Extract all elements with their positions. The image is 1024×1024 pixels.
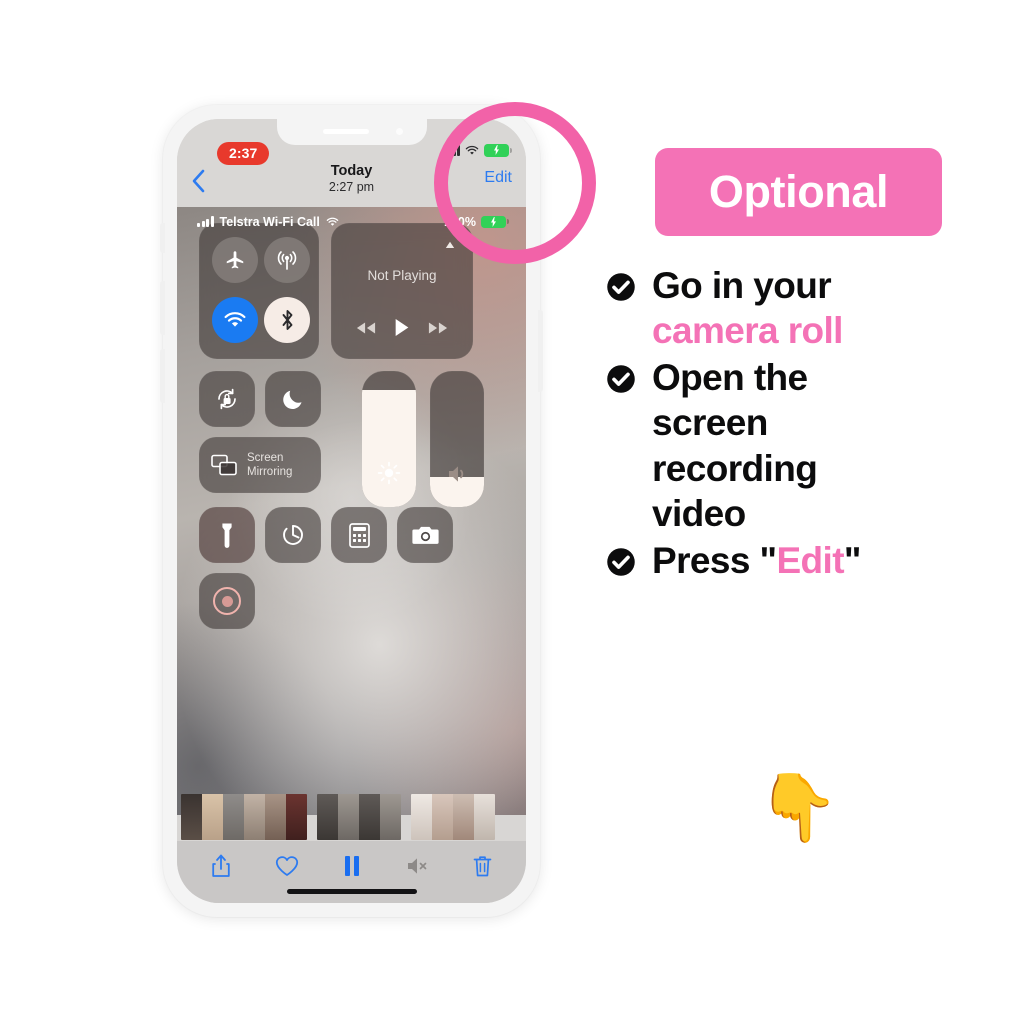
step-3-prefix: Press " (652, 539, 777, 581)
cellular-antenna-icon (277, 251, 297, 270)
fast-forward-icon[interactable] (428, 321, 448, 335)
step-2-text: Open the screen recording video (652, 355, 818, 536)
earpiece-speaker (322, 129, 369, 134)
filmstrip-clip[interactable] (317, 794, 401, 840)
media-controls (331, 318, 473, 337)
media-playback-module[interactable]: Not Playing (331, 223, 473, 359)
control-center-status-row: Telstra Wi-Fi Call 100% (177, 207, 526, 237)
recording-time-pill[interactable]: 2:37 (217, 142, 270, 166)
play-icon[interactable] (394, 318, 410, 337)
battery-percent-label: 100% (444, 215, 476, 229)
screen-recording-icon (213, 587, 241, 615)
screen-recording-button[interactable] (199, 573, 255, 629)
volume-up-button[interactable] (160, 281, 165, 335)
control-center: Telstra Wi-Fi Call 100% Not Playing Scre… (177, 207, 526, 815)
screen-mirroring-icon (211, 454, 237, 476)
status-bar-right (443, 144, 513, 157)
airplane-mode-toggle[interactable] (212, 237, 258, 283)
volume-slider[interactable] (430, 371, 484, 507)
step-2-line-4: video (652, 492, 746, 534)
battery-charging-icon (481, 215, 510, 229)
step-3-suffix: " (843, 539, 862, 581)
list-item: Go in your camera roll (606, 263, 1006, 353)
trash-icon[interactable] (473, 855, 492, 878)
power-button[interactable] (538, 310, 543, 392)
flashlight-button[interactable] (199, 507, 255, 563)
pointing-down-emoji: 👇 (757, 769, 840, 846)
notch (276, 119, 427, 145)
wifi-icon (224, 312, 246, 327)
cellular-bars-icon (197, 216, 214, 227)
calculator-button[interactable] (331, 507, 387, 563)
check-circle-icon (607, 273, 635, 301)
page-subtitle: 2:27 pm (328, 180, 375, 194)
volume-down-button[interactable] (160, 349, 165, 403)
bluetooth-icon (282, 310, 292, 330)
step-3-accent: Edit (776, 539, 844, 581)
now-playing-label: Not Playing (367, 268, 437, 283)
front-camera (395, 128, 403, 135)
iphone-mockup: 2:37 Today 2:27 pm Edit Telstra Wi-Fi Ca… (160, 105, 543, 917)
volume-icon-wrap (430, 463, 484, 485)
step-2-line-3: recording (652, 447, 818, 489)
do-not-disturb-toggle[interactable] (265, 371, 321, 427)
camera-icon (411, 526, 439, 544)
battery-charging-icon (484, 144, 513, 157)
pause-icon[interactable] (343, 855, 361, 877)
rewind-icon[interactable] (356, 321, 376, 335)
airplane-icon (226, 251, 244, 269)
phone-screen: 2:37 Today 2:27 pm Edit Telstra Wi-Fi Ca… (177, 119, 526, 903)
check-circle-icon (607, 548, 635, 576)
filmstrip-clip[interactable] (411, 794, 495, 840)
calculator-icon (348, 522, 370, 548)
share-icon[interactable] (211, 854, 231, 878)
step-1-text: Go in your camera roll (652, 263, 843, 353)
filmstrip-clip[interactable] (181, 794, 307, 840)
silent-switch[interactable] (160, 223, 165, 253)
edit-button[interactable]: Edit (484, 169, 512, 187)
screen-mirroring-button[interactable]: Screen Mirroring (199, 437, 321, 493)
screen-mirroring-label: Screen Mirroring (247, 451, 293, 478)
carrier-label: Telstra Wi-Fi Call (219, 215, 320, 229)
timer-button[interactable] (265, 507, 321, 563)
step-3-text: Press "Edit" (652, 538, 861, 583)
rotation-lock-icon (218, 388, 236, 410)
timer-icon (283, 525, 303, 545)
brightness-icon-wrap (362, 461, 416, 485)
brightness-icon (377, 461, 401, 485)
step-2-line-2: screen (652, 402, 768, 444)
wifi-icon (465, 145, 479, 155)
bluetooth-toggle[interactable] (264, 297, 310, 343)
instruction-list: Go in your camera roll Open the screen r… (606, 263, 1006, 585)
check-circle-icon (607, 365, 635, 393)
speaker-muted-icon[interactable] (405, 855, 429, 877)
heart-icon[interactable] (275, 855, 299, 877)
cellular-data-toggle[interactable] (264, 237, 310, 283)
list-item: Open the screen recording video (606, 355, 1006, 536)
optional-badge-label: Optional (708, 166, 889, 217)
flashlight-icon (222, 523, 232, 548)
speaker-icon (449, 466, 464, 482)
wifi-icon (326, 217, 339, 226)
poster-canvas: 2:37 Today 2:27 pm Edit Telstra Wi-Fi Ca… (0, 0, 1024, 1024)
home-indicator[interactable] (286, 889, 417, 894)
cellular-bars-icon (443, 144, 460, 156)
rotation-lock-toggle[interactable] (199, 371, 255, 427)
connectivity-module (199, 223, 319, 359)
step-1-accent: camera roll (652, 310, 843, 352)
camera-button[interactable] (397, 507, 453, 563)
brightness-slider[interactable] (362, 371, 416, 507)
list-item: Press "Edit" (606, 538, 1006, 583)
step-2-line-1: Open the (652, 357, 808, 399)
screen-recording-dot (221, 595, 233, 607)
wifi-toggle[interactable] (212, 297, 258, 343)
photo-filmstrip[interactable] (177, 793, 526, 841)
optional-badge: Optional (655, 148, 942, 236)
brightness-fill (362, 390, 416, 507)
moon-icon (283, 390, 302, 410)
step-1-prefix: Go in your (652, 265, 832, 306)
